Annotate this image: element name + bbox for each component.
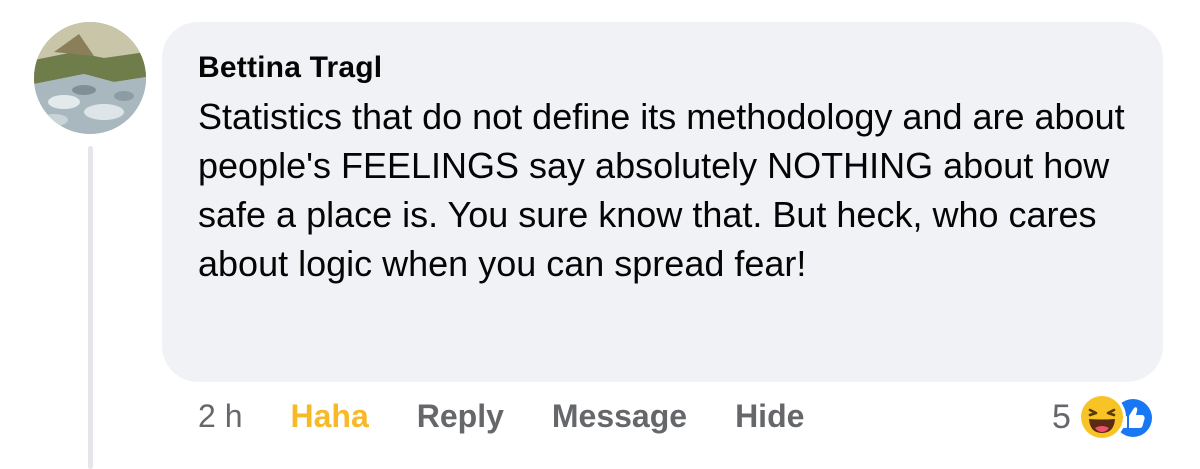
avatar[interactable] bbox=[34, 22, 146, 134]
comment-actions: 2 h Haha Reply Message Hide bbox=[198, 398, 852, 435]
thread-line bbox=[88, 146, 93, 469]
reaction-icons bbox=[1077, 392, 1167, 442]
message-button[interactable]: Message bbox=[552, 398, 687, 435]
hide-button[interactable]: Hide bbox=[735, 398, 804, 435]
haha-icon bbox=[1077, 393, 1126, 441]
comment-bubble: Bettina Tragl Statistics that do not def… bbox=[162, 22, 1163, 382]
comment-author[interactable]: Bettina Tragl bbox=[198, 50, 1125, 86]
reply-button[interactable]: Reply bbox=[417, 398, 504, 435]
reaction-count: 5 bbox=[1052, 397, 1071, 436]
reaction-summary[interactable]: 5 bbox=[1052, 392, 1167, 442]
comment-text: Statistics that do not define its method… bbox=[198, 96, 1125, 284]
comment-timestamp[interactable]: 2 h bbox=[198, 398, 242, 435]
haha-reaction-button[interactable]: Haha bbox=[290, 398, 368, 435]
avatar-photo bbox=[34, 22, 146, 134]
